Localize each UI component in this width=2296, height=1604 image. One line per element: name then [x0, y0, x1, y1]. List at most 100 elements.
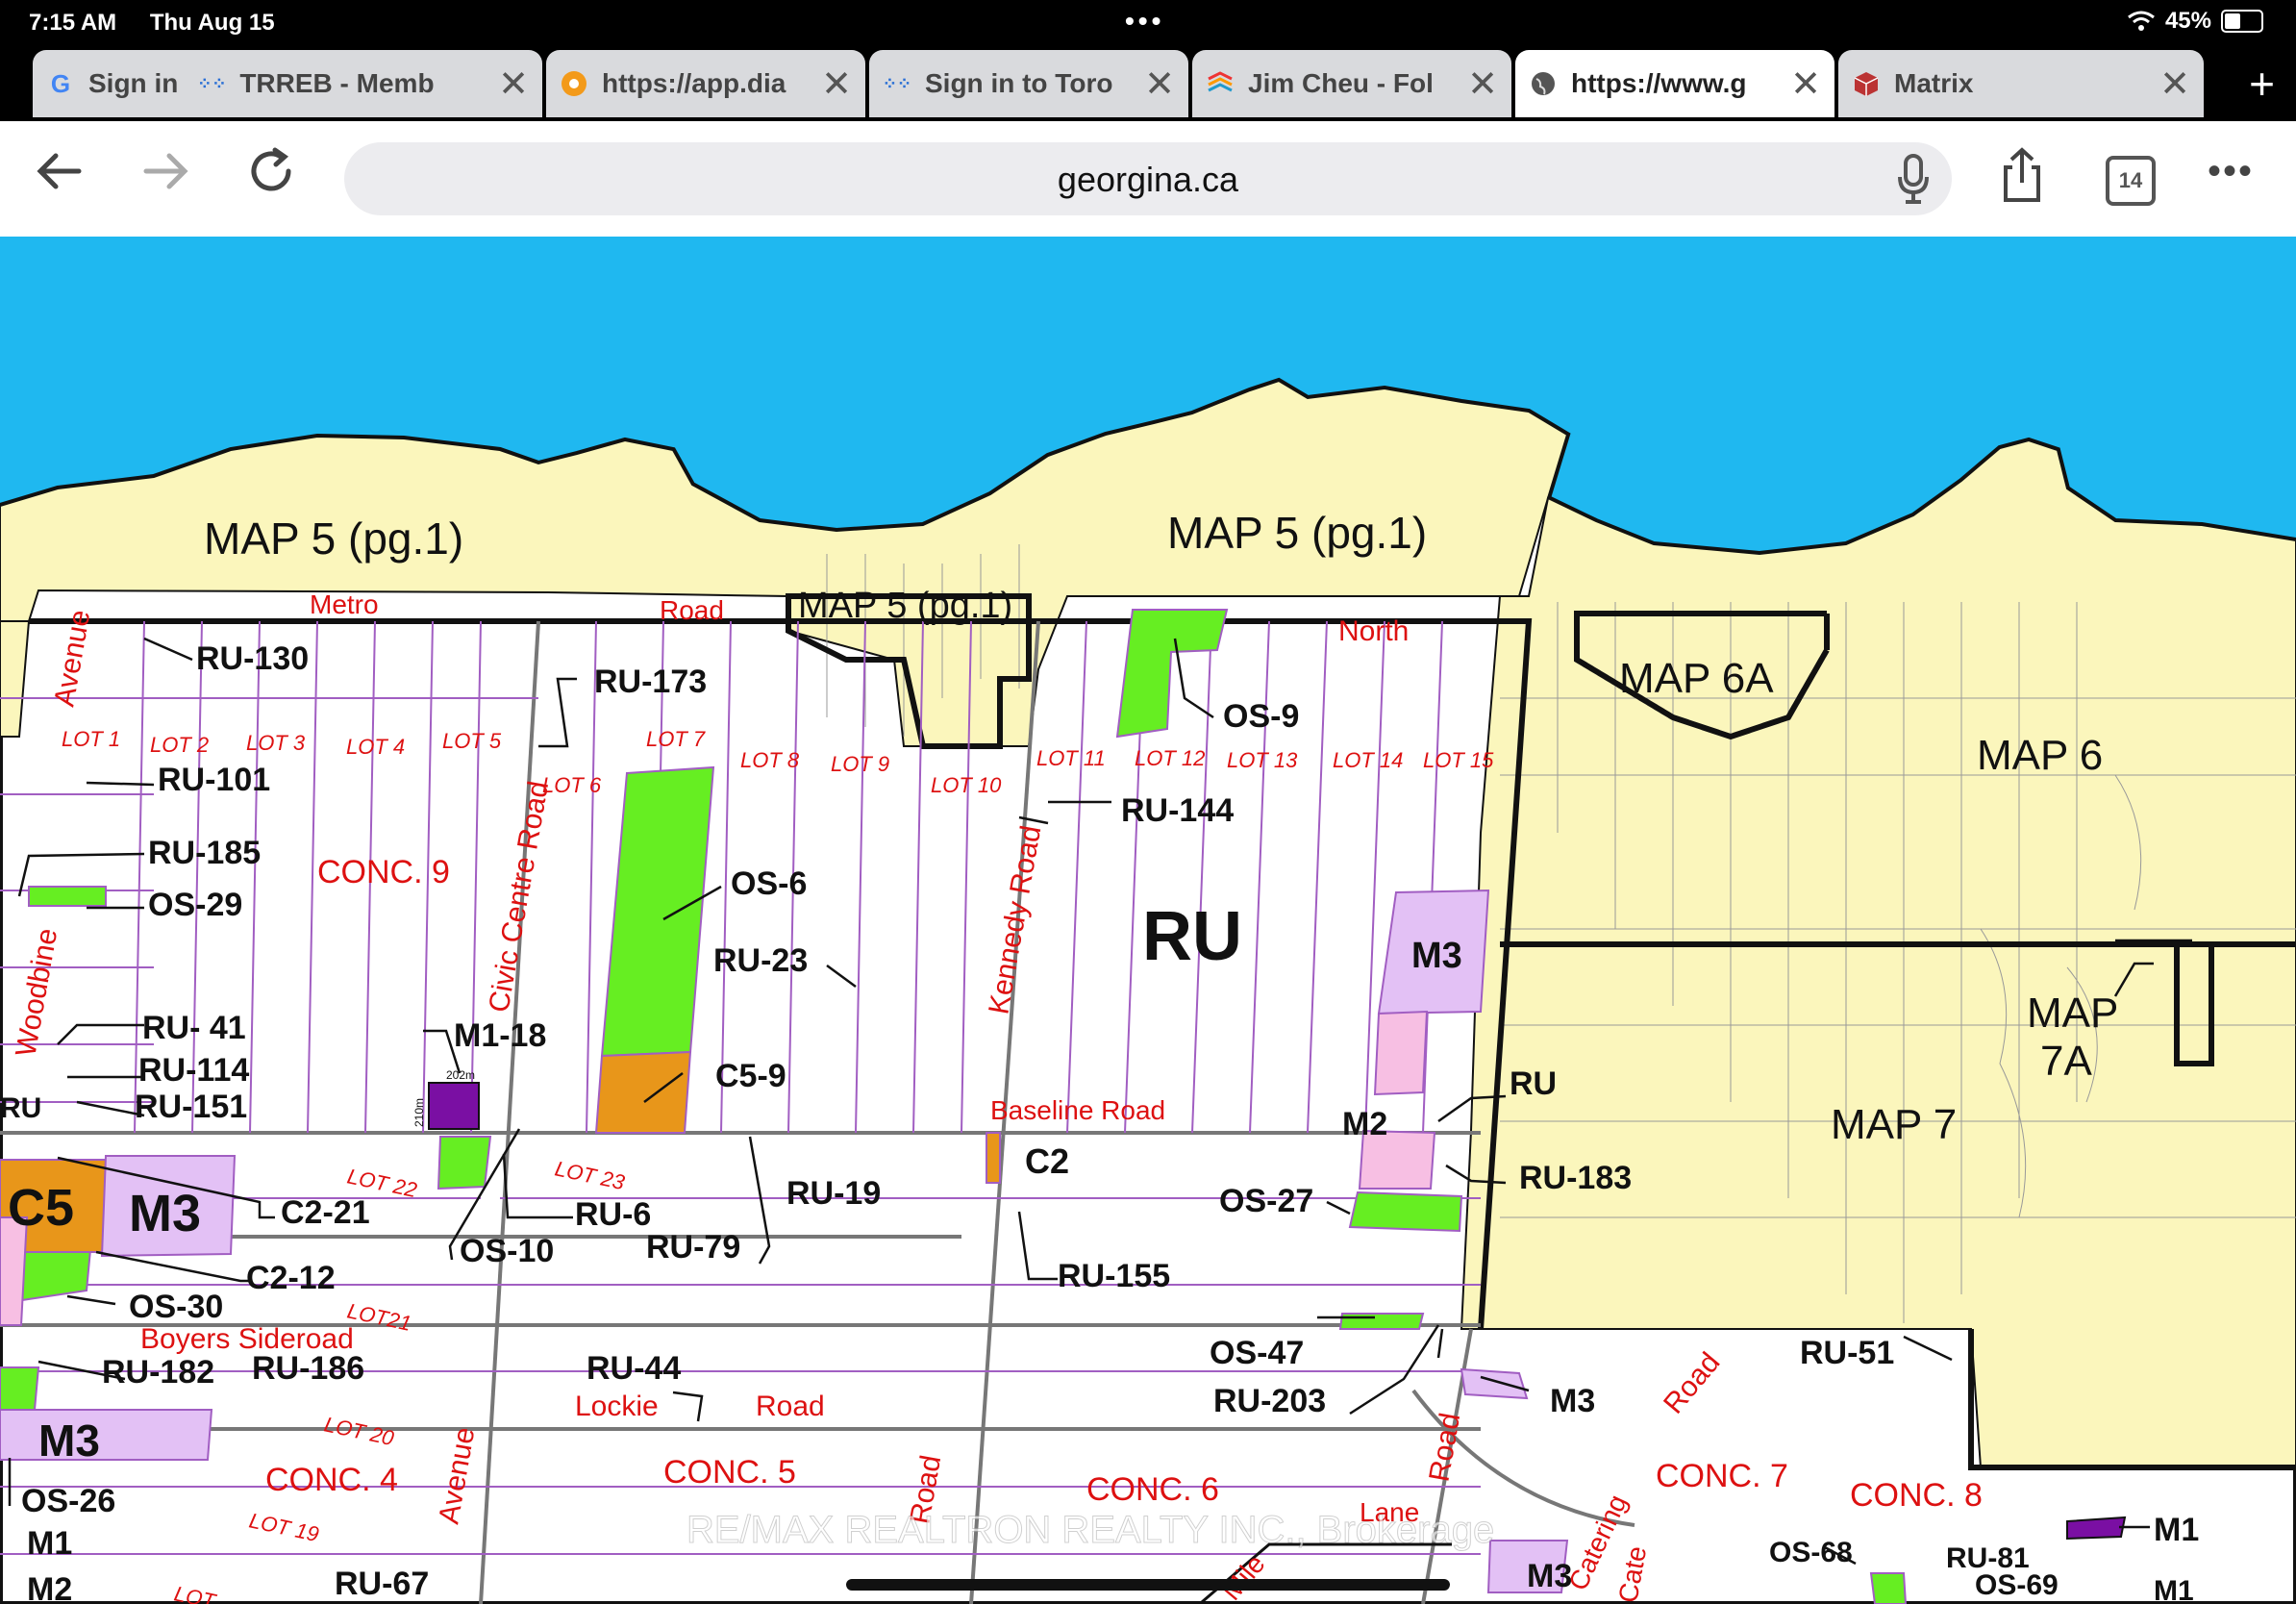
more-options-icon[interactable]: •••	[2208, 150, 2254, 193]
tab-app-dia[interactable]: https://app.dia ✕	[546, 50, 865, 117]
microphone-icon[interactable]	[1894, 152, 1933, 206]
concession-label: CONC. 4	[265, 1462, 398, 1498]
tab-title: Matrix	[1894, 68, 1974, 98]
tab-matrix[interactable]: Matrix ✕	[1838, 50, 2204, 117]
lot-label: LOT 5	[442, 729, 502, 753]
close-tab-icon[interactable]: ✕	[498, 63, 529, 106]
tab-jim-cheu[interactable]: Jim Cheu - Fol ✕	[1192, 50, 1511, 117]
status-right: 45%	[2127, 8, 2263, 35]
lot-label: LOT 3	[246, 731, 306, 755]
zone-label: M2	[27, 1571, 72, 1604]
road-label: Lockie	[575, 1391, 659, 1422]
lot-label: LOT 10	[931, 773, 1002, 797]
map-ref-label: MAP 6A	[1619, 655, 1774, 702]
cube-icon	[1852, 69, 1881, 98]
map-ref-label: 7A	[2040, 1038, 2092, 1085]
zone-label: M3	[38, 1416, 100, 1466]
wifi-icon	[2128, 11, 2155, 31]
url-text: georgina.ca	[1057, 160, 1239, 199]
concession-label: CONC. 5	[663, 1454, 796, 1491]
zoning-map[interactable]: MAP 5 (pg.1) MAP 5 (pg.1) MAP 5 (pg.1) MAP …	[0, 237, 2296, 1604]
zone-label: RU-44	[586, 1350, 681, 1387]
zone-label: RU-183	[1519, 1160, 1632, 1196]
share-button[interactable]	[1998, 146, 2046, 216]
lot-label: LOT 12	[1135, 746, 1205, 770]
battery-percent: 45%	[2164, 8, 2211, 34]
tab-georgina-active[interactable]: https://www.g ✕	[1515, 50, 1834, 117]
lot-label: LOT 2	[150, 733, 209, 757]
orange-circle-icon	[560, 69, 588, 98]
zone-label: OS-47	[1210, 1335, 1304, 1371]
zone-label: RU- 41	[142, 1010, 246, 1046]
zone-label: RU-114	[138, 1052, 249, 1089]
zone-label: M1-18	[454, 1017, 546, 1054]
tab-title: Sign in to Toro	[925, 68, 1113, 98]
road-label: North	[1338, 615, 1409, 647]
zone-label: RU-23	[713, 942, 808, 979]
map-ref-label: MAP 5 (pg.1)	[798, 586, 1012, 626]
tab-sign-in-toro[interactable]: ⁘⁘ Sign in to Toro ✕	[869, 50, 1188, 117]
share-icon	[2004, 147, 2040, 202]
lot-label: LOT 8	[740, 748, 800, 772]
arrow-right-icon	[143, 153, 188, 189]
lot-label: LOT 7	[646, 727, 706, 751]
map-ref-label: MAP 7	[1831, 1101, 1957, 1148]
watermark: RE/MAX REALTRON REALTY INC., Brokerage	[686, 1509, 1494, 1551]
arrow-left-icon	[37, 153, 82, 189]
zone-label: RU-79	[646, 1229, 740, 1266]
close-tab-icon[interactable]: ✕	[1467, 63, 1498, 106]
zone-label: RU-203	[1213, 1383, 1326, 1419]
zone-label: RU-185	[148, 835, 261, 871]
zone-label: OS-30	[129, 1289, 223, 1325]
zone-label: C2-12	[246, 1260, 336, 1296]
tab-bar: G Sign in ⁘⁘ TRREB - Memb ✕ https://app.…	[0, 46, 2296, 121]
zone-label: RU-67	[335, 1566, 429, 1602]
tab-overview-button[interactable]: 14	[2106, 156, 2156, 206]
zone-label: RU	[1510, 1065, 1557, 1102]
road-label: Baseline Road	[990, 1095, 1165, 1125]
close-tab-icon[interactable]: ✕	[1144, 63, 1175, 106]
tab-sign-in[interactable]: G Sign in ⁘⁘ TRREB - Memb ✕	[33, 50, 542, 117]
dots-grid-icon: ⁘⁘	[197, 73, 227, 93]
zone-label: RU-19	[786, 1175, 881, 1212]
dots-grid-icon: ⁘⁘	[882, 73, 912, 93]
status-date: Thu Aug 15	[149, 10, 275, 36]
zone-label: RU-182	[102, 1354, 214, 1391]
zone-label: M2	[1342, 1106, 1387, 1142]
scale-label: 210m	[412, 1098, 426, 1127]
concession-label: CONC. 7	[1656, 1458, 1788, 1494]
map-ref-label: MAP	[2027, 990, 2118, 1037]
address-bar[interactable]: georgina.ca	[344, 142, 1952, 215]
road-label: Metro	[310, 589, 379, 619]
home-indicator[interactable]	[846, 1579, 1450, 1591]
lot-label: LOT 4	[346, 735, 405, 759]
zone-label: RU-173	[594, 664, 707, 700]
globe-icon	[1529, 69, 1558, 98]
zone-label: C2-21	[281, 1194, 370, 1231]
close-tab-icon[interactable]: ✕	[1790, 63, 1821, 106]
new-tab-button[interactable]: +	[2249, 58, 2275, 110]
lot-label: LOT 13	[1227, 748, 1298, 772]
multitask-dots-icon[interactable]: •••	[1125, 6, 1164, 37]
browser-toolbar: georgina.ca 14 •••	[0, 121, 2296, 237]
road-label: Road	[660, 595, 724, 625]
reload-button[interactable]	[246, 146, 296, 209]
zone-label: OS-68	[1769, 1537, 1853, 1568]
back-button[interactable]	[35, 146, 85, 209]
zone-label: OS-6	[731, 865, 807, 902]
zone-label: C5-9	[715, 1058, 786, 1094]
zone-label: C2	[1025, 1141, 1069, 1181]
zone-label: M1	[27, 1525, 72, 1562]
map-ref-label: MAP 6	[1977, 732, 2103, 779]
close-tab-icon[interactable]: ✕	[821, 63, 852, 106]
zone-label: RU-144	[1121, 792, 1234, 829]
zone-label: OS-26	[21, 1483, 115, 1519]
map-ref-label: MAP 5 (pg.1)	[1167, 508, 1427, 558]
close-tab-icon[interactable]: ✕	[2159, 63, 2190, 106]
status-bar: 7:15 AM Thu Aug 15 ••• 45%	[0, 0, 2296, 46]
road-label: Boyers Sideroad	[140, 1323, 354, 1355]
status-left: 7:15 AM Thu Aug 15	[29, 10, 302, 37]
zone-label: OS-9	[1223, 698, 1299, 735]
forward-button[interactable]	[140, 146, 190, 209]
zone-label: RU-155	[1058, 1258, 1170, 1294]
